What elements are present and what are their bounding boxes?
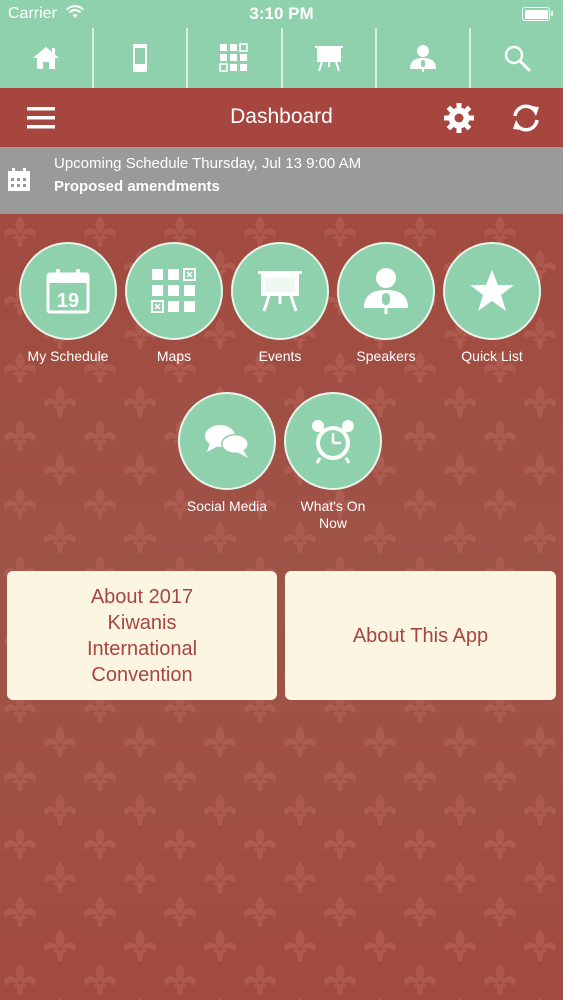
nav-speakers-button[interactable] (377, 28, 471, 88)
tile-label: My Schedule (27, 348, 109, 364)
speaker-icon (409, 45, 436, 72)
nav-bar (0, 28, 563, 88)
quick-list-button[interactable] (443, 242, 541, 340)
tile-label: Events (258, 348, 302, 364)
grid-map-icon (219, 43, 249, 72)
tile-label: Quick List (461, 348, 523, 364)
alarm-clock-icon (312, 420, 354, 464)
search-icon (504, 45, 531, 72)
tile-events[interactable]: Events (230, 242, 330, 365)
phone-icon (133, 44, 148, 72)
my-schedule-button[interactable]: 19 (19, 242, 117, 340)
about-this-app-card[interactable]: About This App (285, 571, 556, 700)
tile-social-media[interactable]: Social Media (177, 392, 277, 515)
gear-icon[interactable] (443, 102, 475, 134)
nav-mobile-button[interactable] (94, 28, 189, 88)
maps-button[interactable] (125, 242, 223, 340)
speakers-button[interactable] (337, 242, 435, 340)
about-convention-card[interactable]: About 2017 Kiwanis International Convent… (7, 571, 277, 700)
tile-quick-list[interactable]: Quick List (442, 242, 542, 365)
calendar-day-number: 19 (57, 290, 79, 312)
speaker-icon (364, 268, 408, 314)
calendar-icon: 19 (46, 269, 90, 314)
tile-whats-on-now[interactable]: What's On Now (283, 392, 383, 532)
battery-icon (522, 7, 553, 21)
upcoming-schedule-datetime: Upcoming Schedule Thursday, Jul 13 9:00 … (54, 155, 362, 172)
upcoming-schedule-banner[interactable]: Upcoming Schedule Thursday, Jul 13 9:00 … (0, 147, 563, 214)
tile-my-schedule[interactable]: 19 My Schedule (18, 242, 118, 365)
chat-bubbles-icon (205, 425, 249, 458)
about-convention-label: About 2017 Kiwanis International Convent… (86, 585, 198, 686)
header-bar: Dashboard (0, 88, 563, 147)
about-this-app-label: About This App (352, 624, 489, 647)
calendar-icon (8, 168, 30, 191)
tile-label: What's On Now (300, 498, 366, 531)
home-icon (33, 47, 60, 69)
events-button[interactable] (231, 242, 329, 340)
tile-maps[interactable]: Maps (124, 242, 224, 365)
top-bar: Carrier 3:10 PM (0, 0, 563, 88)
status-time: 3:10 PM (249, 4, 314, 23)
nav-search-button[interactable] (471, 28, 563, 88)
easel-icon (314, 46, 343, 72)
whats-on-now-button[interactable] (284, 392, 382, 490)
tile-label: Maps (156, 348, 192, 364)
page-title: Dashboard (230, 105, 333, 128)
tile-label: Social Media (186, 498, 268, 514)
status-bar: Carrier 3:10 PM (0, 0, 563, 28)
refresh-icon[interactable] (510, 102, 542, 134)
social-media-button[interactable] (178, 392, 276, 490)
tile-speakers[interactable]: Speakers (336, 242, 436, 365)
tile-label: Speakers (356, 348, 416, 364)
easel-icon (258, 271, 302, 312)
nav-maps-button[interactable] (188, 28, 283, 88)
grid-map-icon (151, 268, 196, 313)
star-icon (470, 270, 514, 311)
upcoming-schedule-title: Proposed amendments (54, 178, 220, 195)
nav-home-button[interactable] (0, 28, 95, 88)
nav-events-button[interactable] (283, 28, 377, 88)
